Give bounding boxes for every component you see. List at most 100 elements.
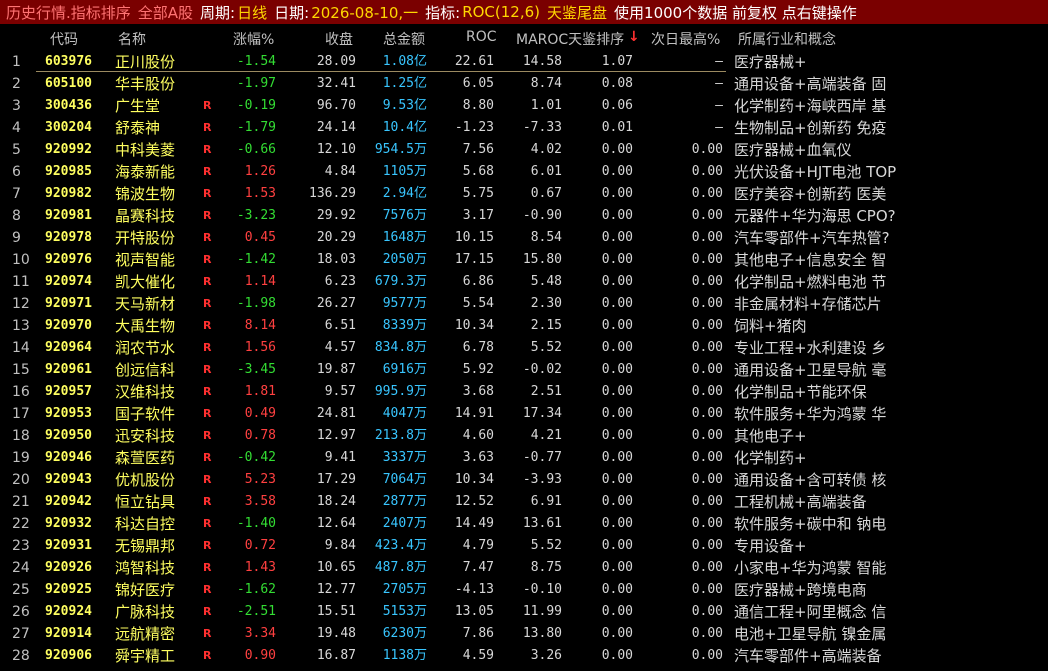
table-row[interactable]: 20 920943 优机股份 R 5.23 17.29 7064万 10.34 -3.93 0.0… [0, 469, 1048, 491]
industry-concept: 电池+卫星导航 镍金属 [734, 625, 887, 643]
industry-concept: 医疗器械+跨境电商 [734, 581, 867, 599]
table-row[interactable]: 23 920931 无锡鼎邦 R 0.72 9.84 423.4万 4.79 5.52 0.00 0… [0, 535, 1048, 557]
row-index: 5 [12, 142, 21, 158]
maroc-value: -0.10 [522, 582, 562, 597]
table-row[interactable]: 27 920914 远航精密 R 3.34 19.48 6230万 7.86 13.80 0.00… [0, 623, 1048, 645]
industry-concept: 医疗美容+创新药 医美 [734, 185, 887, 203]
table-row[interactable]: 7 920982 锦波生物 R 1.53 136.29 2.94亿 5.75 0.67 0.00 0… [0, 183, 1048, 205]
table-row[interactable]: 13 920970 大禹生物 R 8.14 6.51 8339万 10.34 2.15 0.00 0… [0, 315, 1048, 337]
table-row[interactable]: 16 920957 汉维科技 R 1.81 9.57 995.9万 3.68 2.51 0.00 0… [0, 381, 1048, 403]
table-row[interactable]: 6 920985 海泰新能 R 1.26 4.84 1105万 5.68 6.01 0.00 0.0… [0, 161, 1048, 183]
close-price: 12.64 [316, 516, 356, 531]
row-index: 15 [12, 362, 30, 378]
maroc-value: 5.52 [530, 340, 562, 355]
table-row[interactable]: 26 920924 广脉科技 R -2.51 15.51 5153万 13.05 11.99 0.… [0, 601, 1048, 623]
industry-concept: 医疗器械+ [734, 53, 807, 71]
row-index: 25 [12, 582, 30, 598]
table-row[interactable]: 9 920978 开特股份 R 0.45 20.29 1648万 10.15 8.54 0.00 0… [0, 227, 1048, 249]
table-row[interactable]: 21 920942 恒立钻具 R 3.58 18.24 2877万 12.52 6.91 0.00… [0, 491, 1048, 513]
table-row[interactable]: 15 920961 创远信科 R -3.45 19.87 6916万 5.92 -0.02 0.0… [0, 359, 1048, 381]
roc-value: 4.79 [462, 538, 494, 553]
table-row[interactable]: 28 920906 舜宇精工 R 0.90 16.87 1138万 4.59 3.26 0.00 0… [0, 645, 1048, 667]
roc-value: 3.63 [462, 450, 494, 465]
col-amount[interactable]: 总金额 [383, 29, 425, 49]
margin-flag: R [203, 253, 212, 266]
margin-flag: R [203, 583, 212, 596]
col-close[interactable]: 收盘 [325, 29, 353, 49]
margin-flag: R [203, 627, 212, 640]
table-row[interactable]: 17 920953 国子软件 R 0.49 24.81 4047万 14.91 17.34 0.0… [0, 403, 1048, 425]
roc-value: 4.59 [462, 648, 494, 663]
table-row[interactable]: 25 920925 锦好医疗 R -1.62 12.77 2705万 -4.13 -0.10 0.… [0, 579, 1048, 601]
col-next-high[interactable]: 次日最高% [651, 29, 720, 49]
rank-value: 0.00 [601, 472, 633, 487]
roc-value: 6.05 [462, 76, 494, 91]
table-row[interactable]: 24 920926 鸿智科技 R 1.43 10.65 487.8万 7.47 8.75 0.00… [0, 557, 1048, 579]
change-pct: 1.53 [244, 186, 276, 201]
title-indicator[interactable]: ROC(12,6) [462, 3, 540, 21]
total-amount: 4047万 [382, 406, 427, 421]
table-row[interactable]: 18 920950 迅安科技 R 0.78 12.97 213.8万 4.60 4.21 0.00… [0, 425, 1048, 447]
next-high-value: 0.00 [691, 604, 723, 619]
margin-flag: R [203, 451, 212, 464]
col-code[interactable]: 代码 [50, 29, 78, 49]
maroc-value: 5.52 [530, 538, 562, 553]
row-index: 11 [12, 274, 30, 290]
table-row[interactable]: 22 920932 科达自控 R -1.40 12.64 2407万 14.49 13.61 0.… [0, 513, 1048, 535]
next-high-value: 0.00 [691, 362, 723, 377]
title-bar: 历史行情.指标排序 全部A股 周期: 日线 日期: 2026-08-10,一 指… [0, 0, 1048, 24]
total-amount: 7576万 [382, 208, 427, 223]
next-high-value: – [715, 76, 723, 91]
title-history[interactable]: 历史行情.指标排序 [6, 2, 131, 23]
table-row[interactable]: 11 920974 凯大催化 R 1.14 6.23 679.3万 6.86 5.48 0.00 0… [0, 271, 1048, 293]
stock-name: 正川股份 [115, 53, 176, 71]
maroc-value: 8.74 [530, 76, 562, 91]
next-high-value: 0.00 [691, 406, 723, 421]
column-header: 代码 名称 涨幅% 收盘 总金额 ROC MAROC天鉴排序 ↓ 次日最高% 所… [0, 26, 1048, 50]
table-row[interactable]: 3 300436 广生堂 R -0.19 96.70 9.53亿 8.80 1.01 0.06 – 化… [0, 95, 1048, 117]
close-price: 19.48 [316, 626, 356, 641]
table-row[interactable]: 5 920992 中科美菱 R -0.66 12.10 954.5万 7.56 4.02 0.00… [0, 139, 1048, 161]
total-amount: 8339万 [382, 318, 427, 333]
roc-value: 6.78 [462, 340, 494, 355]
col-name[interactable]: 名称 [118, 29, 146, 49]
stock-code: 920932 [45, 516, 92, 531]
col-roc[interactable]: ROC [466, 29, 497, 45]
table-row[interactable]: 19 920946 森萱医药 R -0.42 9.41 3337万 3.63 -0.77 0.00… [0, 447, 1048, 469]
title-strategy[interactable]: 天鉴尾盘 [547, 2, 607, 23]
next-high-value: 0.00 [691, 296, 723, 311]
row-index: 23 [12, 538, 30, 554]
table-row[interactable]: 1 603976 正川股份 -1.54 28.09 1.08亿 22.61 14.58 1.07… [0, 51, 1048, 73]
maroc-value: 5.48 [530, 274, 562, 289]
roc-value: 3.17 [462, 208, 494, 223]
next-high-value: 0.00 [691, 516, 723, 531]
table-row[interactable]: 14 920964 润农节水 R 1.56 4.57 834.8万 6.78 5.52 0.00 0… [0, 337, 1048, 359]
stock-name: 创远信科 [115, 361, 176, 379]
rank-value: 0.00 [601, 318, 633, 333]
table-row[interactable]: 10 920976 视声智能 R -1.42 18.03 2050万 17.15 15.80 0.… [0, 249, 1048, 271]
roc-value: 22.61 [454, 54, 494, 69]
table-row[interactable]: 8 920981 晶赛科技 R -3.23 29.92 7576万 3.17 -0.90 0.00… [0, 205, 1048, 227]
margin-flag: R [203, 319, 212, 332]
table-row[interactable]: 12 920971 天马新材 R -1.98 26.27 9577万 5.54 2.30 0.00… [0, 293, 1048, 315]
roc-value: -1.23 [454, 120, 494, 135]
roc-value: -4.13 [454, 582, 494, 597]
table-row[interactable]: 4 300204 舒泰神 R -1.79 24.14 10.4亿 -1.23 -7.33 0.01… [0, 117, 1048, 139]
close-price: 9.57 [324, 384, 356, 399]
total-amount: 954.5万 [374, 142, 427, 157]
rank-value: 0.00 [601, 274, 633, 289]
industry-concept: 通用设备+含可转债 核 [734, 471, 887, 489]
title-date[interactable]: 2026-08-10,一 [311, 2, 418, 23]
col-maroc[interactable]: MAROC天鉴排序 [516, 29, 624, 49]
rank-value: 0.00 [601, 340, 633, 355]
rank-value: 0.00 [601, 230, 633, 245]
col-pct[interactable]: 涨幅% [233, 29, 274, 49]
margin-flag: R [203, 473, 212, 486]
table-row[interactable]: 2 605100 华丰股份 -1.97 32.41 1.25亿 6.05 8.74 0.08 – 通… [0, 73, 1048, 95]
col-industry[interactable]: 所属行业和概念 [738, 29, 836, 49]
change-pct: -1.54 [236, 54, 276, 69]
close-price: 28.09 [316, 54, 356, 69]
title-period[interactable]: 日线 [237, 2, 267, 23]
next-high-value: 0.00 [691, 252, 723, 267]
title-board[interactable]: 全部A股 [138, 2, 193, 23]
